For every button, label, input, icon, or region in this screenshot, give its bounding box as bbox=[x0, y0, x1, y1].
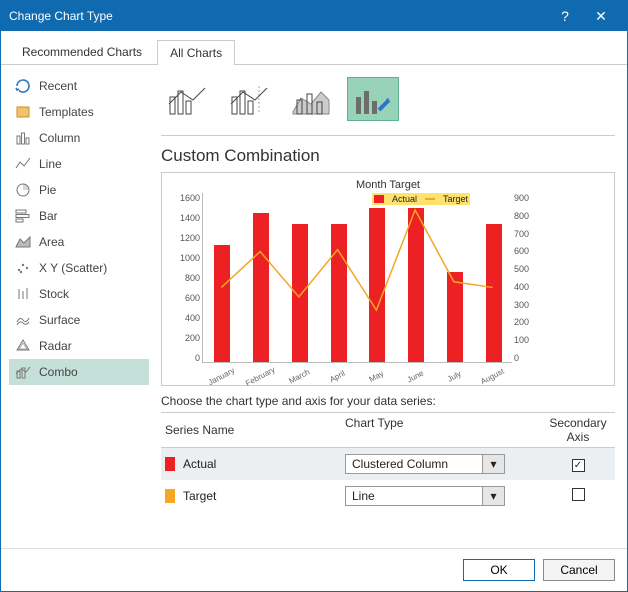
combo-subtype-row bbox=[161, 73, 615, 136]
scatter-icon bbox=[15, 260, 31, 276]
sidebar-item-area[interactable]: Area bbox=[9, 229, 149, 255]
line-series bbox=[202, 193, 512, 363]
series-swatch bbox=[165, 489, 175, 503]
line-icon bbox=[15, 156, 31, 172]
chevron-down-icon: ▾ bbox=[482, 487, 504, 505]
sidebar-item-column[interactable]: Column bbox=[9, 125, 149, 151]
titlebar: Change Chart Type ? ✕ bbox=[1, 1, 627, 31]
main-panel: Custom Combination Month Target Actual T… bbox=[153, 65, 627, 548]
chart-category-sidebar: Recent Templates Column Line Pie Bar Are… bbox=[1, 65, 153, 548]
help-icon[interactable]: ? bbox=[547, 8, 583, 24]
y-axis-secondary: 9008007006005004003002001000 bbox=[514, 193, 542, 363]
sidebar-item-recent[interactable]: Recent bbox=[9, 73, 149, 99]
templates-icon bbox=[15, 104, 31, 120]
dialog-title: Change Chart Type bbox=[9, 9, 547, 23]
recent-icon bbox=[15, 78, 31, 94]
x-axis-labels: JanuaryFebruaryMarchAprilMayJuneJulyAugu… bbox=[202, 372, 512, 381]
ok-button[interactable]: OK bbox=[463, 559, 535, 581]
tab-recommended[interactable]: Recommended Charts bbox=[9, 39, 155, 64]
secondary-axis-checkbox[interactable]: ✓ bbox=[572, 459, 585, 472]
sidebar-item-surface[interactable]: Surface bbox=[9, 307, 149, 333]
chart-preview: Month Target Actual Target 1600140012001… bbox=[161, 172, 615, 386]
y-axis-primary: 16001400120010008006004002000 bbox=[172, 193, 200, 363]
chart-type-select[interactable]: Clustered Column▾ bbox=[345, 454, 505, 474]
sidebar-item-radar[interactable]: Radar bbox=[9, 333, 149, 359]
tab-strip: Recommended Charts All Charts bbox=[1, 31, 627, 65]
sidebar-item-templates[interactable]: Templates bbox=[9, 99, 149, 125]
sidebar-item-bar[interactable]: Bar bbox=[9, 203, 149, 229]
close-icon[interactable]: ✕ bbox=[583, 8, 619, 25]
dialog-footer: OK Cancel bbox=[1, 548, 627, 591]
series-row-actual: Actual Clustered Column▾ ✓ bbox=[161, 448, 615, 480]
pie-icon bbox=[15, 182, 31, 198]
chart-type-select[interactable]: Line▾ bbox=[345, 486, 505, 506]
radar-icon bbox=[15, 338, 31, 354]
subtype-clustered-column-line-secondary[interactable] bbox=[223, 77, 275, 121]
stock-icon bbox=[15, 286, 31, 302]
series-table-header: Series Name Chart Type Secondary Axis bbox=[161, 412, 615, 448]
tab-all-charts[interactable]: All Charts bbox=[157, 40, 235, 65]
series-swatch bbox=[165, 457, 175, 471]
sidebar-item-combo[interactable]: Combo bbox=[9, 359, 149, 385]
area-icon bbox=[15, 234, 31, 250]
combo-icon bbox=[15, 364, 31, 380]
secondary-axis-checkbox[interactable] bbox=[572, 488, 585, 501]
series-name-label: Actual bbox=[183, 457, 216, 471]
sidebar-item-line[interactable]: Line bbox=[9, 151, 149, 177]
bar-icon bbox=[15, 208, 31, 224]
series-row-target: Target Line▾ bbox=[161, 480, 615, 512]
series-config-prompt: Choose the chart type and axis for your … bbox=[161, 394, 615, 408]
section-title: Custom Combination bbox=[161, 146, 615, 166]
subtype-custom-combination[interactable] bbox=[347, 77, 399, 121]
subtype-stacked-area-column[interactable] bbox=[285, 77, 337, 121]
cancel-button[interactable]: Cancel bbox=[543, 559, 615, 581]
change-chart-type-dialog: Change Chart Type ? ✕ Recommended Charts… bbox=[0, 0, 628, 592]
chart-preview-title: Month Target bbox=[170, 179, 606, 191]
column-icon bbox=[15, 130, 31, 146]
sidebar-item-stock[interactable]: Stock bbox=[9, 281, 149, 307]
series-name-label: Target bbox=[183, 489, 216, 503]
surface-icon bbox=[15, 312, 31, 328]
sidebar-item-scatter[interactable]: X Y (Scatter) bbox=[9, 255, 149, 281]
subtype-clustered-column-line[interactable] bbox=[161, 77, 213, 121]
chart-plot-area: 16001400120010008006004002000 9008007006… bbox=[202, 193, 512, 363]
sidebar-item-pie[interactable]: Pie bbox=[9, 177, 149, 203]
chevron-down-icon: ▾ bbox=[482, 455, 504, 473]
